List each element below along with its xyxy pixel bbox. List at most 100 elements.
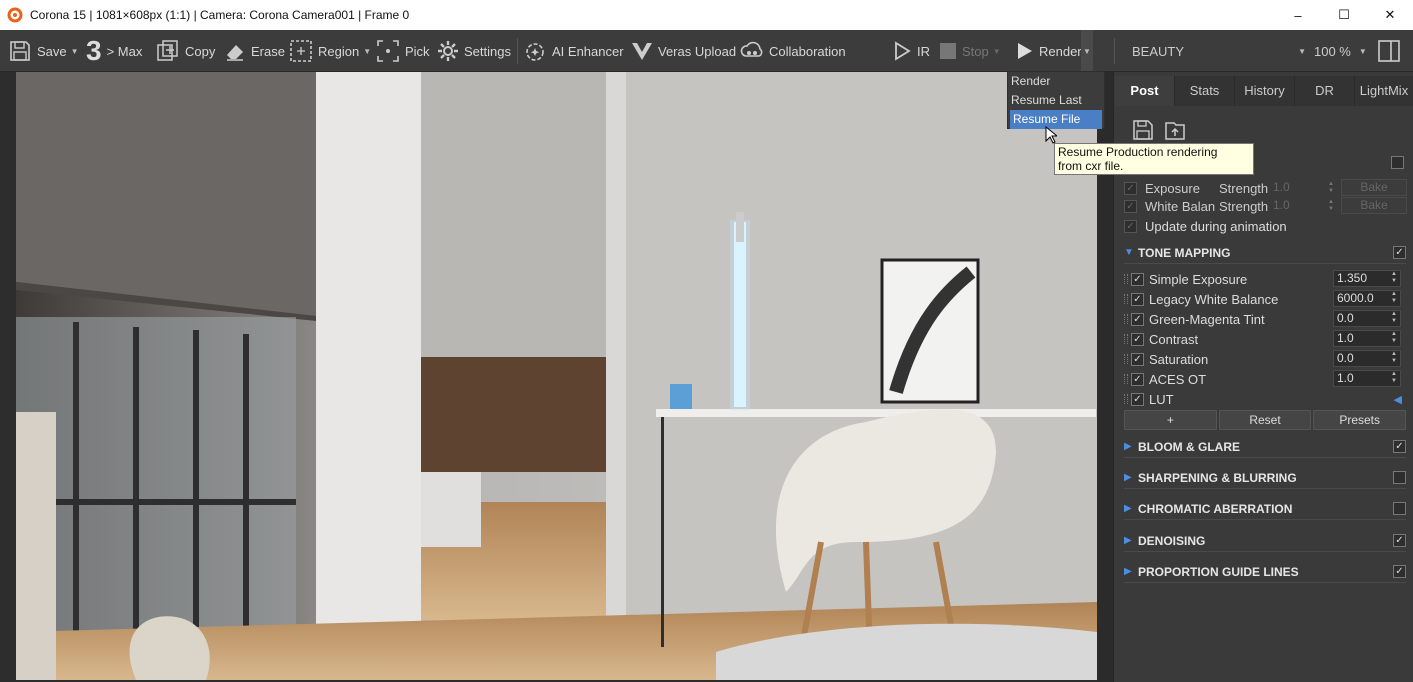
spin-arrows-icon[interactable]: ▲ ▼ xyxy=(1389,371,1399,386)
white-balance-bake-button[interactable]: Bake xyxy=(1341,197,1407,214)
settings-button[interactable]: Settings xyxy=(437,30,511,72)
spin-arrows-icon[interactable]: ▲ ▼ xyxy=(1389,351,1399,366)
tint-input[interactable]: 0.0 ▲ ▼ xyxy=(1333,310,1401,327)
tab-dr[interactable]: DR xyxy=(1295,76,1355,106)
close-icon: ✕ xyxy=(1384,7,1396,22)
close-button[interactable]: ✕ xyxy=(1367,0,1413,30)
proportion-guides-checkbox[interactable]: ✓ xyxy=(1393,565,1406,578)
tab-stats[interactable]: Stats xyxy=(1175,76,1235,106)
chromatic-aberration-header[interactable]: ▶ CHROMATIC ABERRATION xyxy=(1124,498,1406,520)
drag-handle-icon[interactable] xyxy=(1124,274,1128,284)
menu-item-render[interactable]: Render xyxy=(1008,72,1104,91)
render-viewport[interactable] xyxy=(0,72,1113,682)
render-pass-select[interactable]: BEAUTY ▼ xyxy=(1124,37,1310,65)
drag-handle-icon[interactable] xyxy=(1124,334,1128,344)
chevron-down-icon: ▼ xyxy=(363,46,372,56)
chromatic-aberration-checkbox[interactable] xyxy=(1393,502,1406,515)
tab-history[interactable]: History xyxy=(1235,76,1295,106)
menu-item-resume-last[interactable]: Resume Last xyxy=(1008,91,1104,110)
drag-handle-icon[interactable] xyxy=(1124,394,1128,404)
tab-lightmix[interactable]: LightMix xyxy=(1355,76,1413,106)
spin-arrows-icon[interactable]: ▲ ▼ xyxy=(1389,271,1399,286)
region-button[interactable]: Region ▼ xyxy=(289,30,371,72)
proportion-guides-title: PROPORTION GUIDE LINES xyxy=(1138,564,1299,579)
ai-enhancer-button[interactable]: AI Enhancer xyxy=(523,30,624,72)
drag-handle-icon[interactable] xyxy=(1124,294,1128,304)
tm-op-value: 1.350 xyxy=(1337,271,1368,285)
pick-button[interactable]: Pick xyxy=(376,30,430,72)
drag-handle-icon[interactable] xyxy=(1124,314,1128,324)
save-button[interactable]: Save ▼ xyxy=(8,30,79,72)
toggle-panel-button[interactable] xyxy=(1377,30,1401,72)
max-number: 3 xyxy=(86,35,102,66)
expand-left-icon[interactable]: ◀ xyxy=(1394,393,1402,406)
exposure-bake-button[interactable]: Bake xyxy=(1341,179,1407,196)
spin-arrows-icon[interactable]: ▲ ▼ xyxy=(1389,311,1399,326)
drag-handle-icon[interactable] xyxy=(1124,354,1128,364)
tm-op-checkbox[interactable]: ✓ xyxy=(1131,392,1144,406)
drag-handle-icon[interactable] xyxy=(1124,374,1128,384)
render-dropdown-toggle[interactable]: ▼ xyxy=(1081,30,1093,72)
maximize-button[interactable]: ☐ xyxy=(1321,0,1367,30)
tm-op-row: ✓ Saturation 0.0 ▲ ▼ xyxy=(1124,349,1406,369)
toolbar: Save ▼ 3 > Max Copy Erase Region ▼ Pick Se… xyxy=(0,30,1413,72)
minimize-button[interactable]: – xyxy=(1275,0,1321,30)
expand-triangle-icon: ▶ xyxy=(1124,566,1132,577)
update-animation-label: Update during animation xyxy=(1145,218,1287,234)
spin-arrows-icon[interactable]: ▲ ▼ xyxy=(1328,199,1334,213)
save-icon xyxy=(10,41,30,61)
veras-upload-button[interactable]: Veras Upload xyxy=(631,30,736,72)
window-title: Corona 15 | 1081×608px (1:1) | Camera: C… xyxy=(30,8,410,22)
exposure-strength-input[interactable]: 1.0 xyxy=(1273,180,1331,195)
tm-op-checkbox[interactable]: ✓ xyxy=(1131,332,1144,346)
stop-button[interactable]: Stop ▼ xyxy=(939,30,1001,72)
render-button[interactable]: Render xyxy=(1016,30,1082,72)
reset-button[interactable]: Reset xyxy=(1218,410,1312,430)
load-icon[interactable] xyxy=(1164,119,1186,141)
spin-arrows-icon[interactable]: ▲ ▼ xyxy=(1389,291,1399,306)
tm-op-value: 6000.0 xyxy=(1337,291,1374,305)
tm-op-checkbox[interactable]: ✓ xyxy=(1131,272,1144,286)
tone-mapping-checkbox[interactable]: ✓ xyxy=(1393,246,1406,259)
tm-op-checkbox[interactable]: ✓ xyxy=(1131,292,1144,306)
zoom-value: 100 % xyxy=(1314,43,1351,59)
max-button[interactable]: 3 > Max xyxy=(86,30,142,72)
bloom-glare-checkbox[interactable]: ✓ xyxy=(1393,440,1406,453)
collaboration-label: Collaboration xyxy=(769,43,846,59)
add-operator-button[interactable]: + xyxy=(1124,410,1217,430)
white-balance-label: White Balan xyxy=(1145,198,1216,214)
white-balance-checkbox[interactable]: ✓ xyxy=(1124,199,1137,213)
bloom-glare-header[interactable]: ▶ BLOOM & GLARE ✓ xyxy=(1124,436,1406,458)
white-balance-strength-input[interactable]: 1.0 xyxy=(1273,198,1331,213)
copy-button[interactable]: Copy xyxy=(156,30,215,72)
tab-post[interactable]: Post xyxy=(1115,76,1175,106)
simple-exposure-input[interactable]: 1.350 ▲ ▼ xyxy=(1333,270,1401,287)
tm-op-checkbox[interactable]: ✓ xyxy=(1131,372,1144,386)
auto-section-checkbox[interactable] xyxy=(1391,156,1404,169)
denoising-checkbox[interactable]: ✓ xyxy=(1393,534,1406,547)
expand-triangle-icon: ▶ xyxy=(1124,472,1132,483)
tm-op-checkbox[interactable]: ✓ xyxy=(1131,312,1144,326)
sharpening-checkbox[interactable] xyxy=(1393,471,1406,484)
interactive-render-button[interactable]: IR xyxy=(892,30,930,72)
update-animation-checkbox[interactable]: ✓ xyxy=(1124,219,1137,233)
save-icon[interactable] xyxy=(1132,119,1154,141)
sharpening-header[interactable]: ▶ SHARPENING & BLURRING xyxy=(1124,467,1406,489)
spin-arrows-icon[interactable]: ▲ ▼ xyxy=(1389,331,1399,346)
tone-mapping-header[interactable]: ▼ TONE MAPPING ✓ xyxy=(1124,242,1406,264)
proportion-guides-header[interactable]: ▶ PROPORTION GUIDE LINES ✓ xyxy=(1124,561,1406,583)
zoom-select[interactable]: 100 % ▼ xyxy=(1314,37,1370,65)
collaboration-button[interactable]: Collaboration xyxy=(740,30,846,72)
aces-ot-input[interactable]: 1.0 ▲ ▼ xyxy=(1333,370,1401,387)
exposure-checkbox[interactable]: ✓ xyxy=(1124,181,1137,195)
tm-op-checkbox[interactable]: ✓ xyxy=(1131,352,1144,366)
presets-button[interactable]: Presets xyxy=(1313,410,1407,430)
spin-arrows-icon[interactable]: ▲ ▼ xyxy=(1328,181,1334,195)
white-balance-input[interactable]: 6000.0 ▲ ▼ xyxy=(1333,290,1401,307)
contrast-input[interactable]: 1.0 ▲ ▼ xyxy=(1333,330,1401,347)
denoising-header[interactable]: ▶ DENOISING ✓ xyxy=(1124,530,1406,552)
erase-button[interactable]: Erase xyxy=(224,30,285,72)
saturation-input[interactable]: 0.0 ▲ ▼ xyxy=(1333,350,1401,367)
exposure-label: Exposure xyxy=(1145,180,1200,196)
tm-op-row: ✓ Simple Exposure 1.350 ▲ ▼ xyxy=(1124,269,1406,289)
